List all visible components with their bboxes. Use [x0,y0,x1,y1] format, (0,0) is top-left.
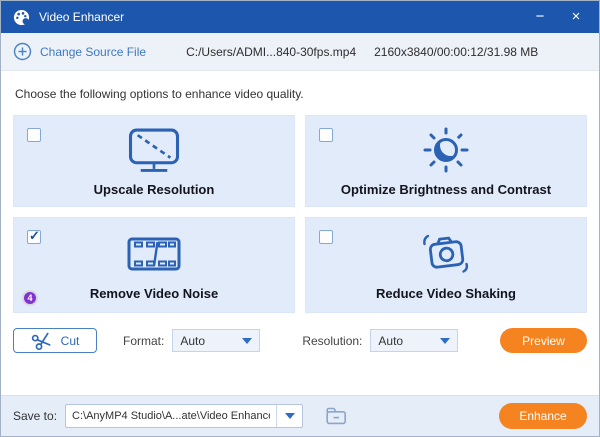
optimize-brightness-checkbox[interactable] [319,128,333,142]
resolution-value: Auto [378,333,404,348]
window-controls: − × [529,6,587,28]
enhance-options-grid: Upscale Resolution Optimize Brightness a… [13,115,587,313]
instruction-text: Choose the following options to enhance … [15,87,304,101]
format-select[interactable]: Auto [172,329,261,352]
option-card-reduce-video-shaking[interactable]: Reduce Video Shaking [305,217,587,313]
palette-app-icon [13,9,30,26]
save-path-input[interactable] [66,410,277,422]
video-enhancer-window: Video Enhancer − × Change Source File C:… [0,0,600,437]
chevron-down-icon [242,337,253,344]
change-source-file-button[interactable]: Change Source File [13,42,146,61]
option-card-upscale-resolution[interactable]: Upscale Resolution [13,115,295,207]
change-source-file-label: Change Source File [40,44,147,59]
save-path-dropdown[interactable] [276,405,302,427]
save-bar: Save to: Enhance [1,395,599,436]
monitor-upscale-icon [125,126,183,174]
source-file-bar: Change Source File C:/Users/ADMI...840-3… [1,33,599,71]
minimize-button[interactable]: − [529,6,551,28]
film-strip-icon [125,230,183,278]
window-title: Video Enhancer [39,10,125,24]
resolution-group: Resolution: Auto [302,329,459,352]
save-path-box [65,404,304,428]
camera-shake-icon [417,230,475,278]
option-label: Remove Video Noise [89,285,219,301]
format-value: Auto [180,333,206,348]
close-button[interactable]: × [565,6,587,28]
cut-label: Cut [60,333,80,348]
option-card-optimize-brightness[interactable]: Optimize Brightness and Contrast [305,115,587,207]
option-card-remove-video-noise[interactable]: Remove Video Noise 4 [13,217,295,313]
format-label: Format: [123,333,165,348]
folder-icon [326,407,347,425]
chevron-down-icon [440,337,451,344]
title-bar: Video Enhancer − × [1,1,599,33]
resolution-label: Resolution: [302,333,363,348]
scissors-icon [31,332,51,350]
preview-button[interactable]: Preview [500,328,587,353]
option-label: Reduce Video Shaking [376,285,516,301]
enhance-button[interactable]: Enhance [499,403,587,429]
option-label: Upscale Resolution [93,181,215,197]
save-to-label: Save to: [13,409,58,423]
toolbar: Cut Format: Auto Resolution: Auto Previe… [13,328,587,353]
resolution-select[interactable]: Auto [370,329,459,352]
plus-circle-icon [13,42,32,61]
chevron-down-icon [284,413,295,419]
cut-button[interactable]: Cut [13,328,97,353]
source-file-info: 2160x3840/00:00:12/31.98 MB [374,44,539,59]
brightness-sun-icon [422,126,470,174]
format-group: Format: Auto [123,329,261,352]
browse-folder-button[interactable] [323,404,349,428]
reduce-video-shaking-checkbox[interactable] [319,230,333,244]
option-label: Optimize Brightness and Contrast [340,181,552,197]
source-file-path: C:/Users/ADMI...840-30fps.mp4 [186,44,357,59]
upscale-resolution-checkbox[interactable] [27,128,41,142]
main-content: Choose the following options to enhance … [1,71,599,395]
remove-video-noise-checkbox[interactable] [27,228,41,244]
annotation-badge: 4 [22,290,38,306]
